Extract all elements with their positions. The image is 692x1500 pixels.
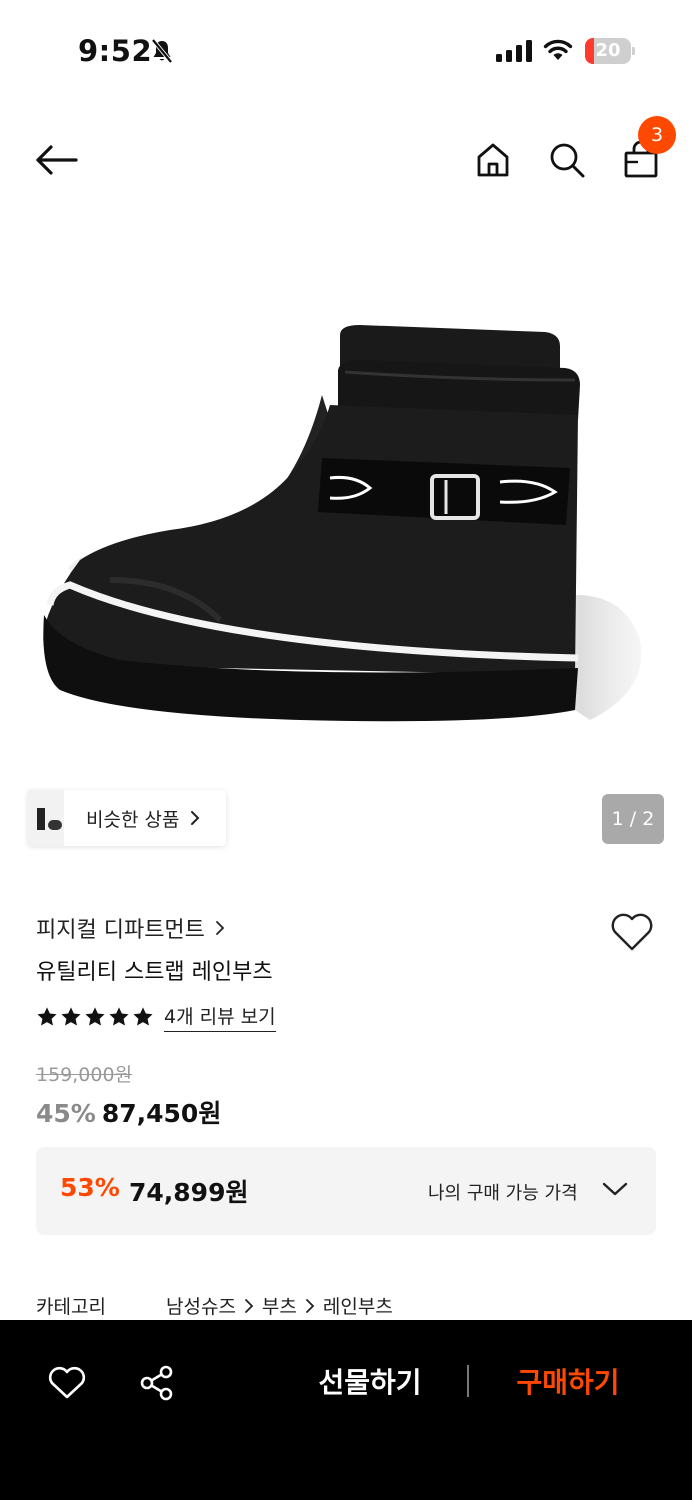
chevron-right-icon	[216, 921, 225, 935]
battery-level: 20	[595, 40, 621, 61]
wifi-icon	[543, 39, 573, 60]
chevron-right-icon	[191, 811, 200, 825]
similar-products-button[interactable]: 비슷한 상품	[28, 790, 226, 846]
gift-button[interactable]: 선물하기	[290, 1358, 450, 1408]
rating-row: 4개 리뷰 보기	[36, 1002, 276, 1032]
rating-stars	[36, 1006, 156, 1028]
my-price-dropdown[interactable]: 53% 74,899원 나의 구매 가능 가격	[36, 1147, 656, 1235]
home-icon	[477, 143, 509, 177]
product-image[interactable]	[0, 220, 692, 780]
wishlist-button[interactable]	[606, 906, 658, 958]
category-crumb[interactable]: 레인부츠	[323, 1292, 393, 1319]
star-icon	[133, 1007, 153, 1026]
brand-link[interactable]: 피지컬 디파트먼트	[36, 912, 225, 944]
image-page-indicator: 1 / 2	[602, 794, 664, 844]
bottom-wishlist-button[interactable]	[44, 1360, 90, 1406]
star-icon	[85, 1007, 105, 1026]
similar-products-label: 비슷한 상품	[86, 808, 180, 831]
sale-price-row: 45% 87,450원	[36, 1094, 221, 1130]
battery-icon: 20	[585, 38, 635, 64]
signal-icon	[496, 40, 532, 62]
original-price: 159,000원	[36, 1064, 133, 1086]
back-button[interactable]	[28, 132, 84, 188]
search-icon	[550, 143, 585, 178]
star-icon	[37, 1007, 57, 1026]
my-discount-rate: 53%	[60, 1173, 120, 1202]
status-bar: 9:52 20	[0, 0, 692, 100]
buy-button[interactable]: 구매하기	[488, 1358, 648, 1408]
top-nav-bar	[0, 110, 692, 210]
discount-rate: 45%	[36, 1099, 96, 1128]
product-name: 유틸리티 스트랩 레인부츠	[36, 960, 273, 985]
back-arrow-icon	[36, 145, 78, 175]
sale-price: 87,450원	[101, 1099, 222, 1128]
category-row: 카테고리 남성슈즈 부츠 레인부츠	[36, 1292, 393, 1319]
chevron-down-icon	[602, 1182, 628, 1196]
share-button[interactable]	[134, 1360, 180, 1406]
heart-outline-icon	[48, 1366, 86, 1399]
star-icon	[61, 1007, 81, 1026]
chevron-right-icon	[305, 1298, 315, 1313]
category-crumb[interactable]: 남성슈즈	[166, 1292, 236, 1319]
heart-outline-icon	[611, 913, 653, 951]
chevron-right-icon	[245, 1298, 254, 1313]
cart-count-badge: 3	[638, 116, 676, 154]
bell-slash-icon	[151, 38, 173, 64]
status-time: 9:52	[78, 34, 153, 68]
category-label: 카테고리	[36, 1296, 106, 1318]
my-price-label: 나의 구매 가능 가격	[428, 1183, 578, 1204]
category-breadcrumb: 남성슈즈 부츠 레인부츠	[166, 1292, 393, 1319]
share-icon	[140, 1365, 173, 1401]
bottom-action-bar: 선물하기 구매하기	[0, 1320, 692, 1500]
similar-product-thumbnail	[28, 790, 64, 846]
search-button[interactable]	[539, 132, 595, 188]
review-link[interactable]: 4개 리뷰 보기	[164, 1002, 276, 1032]
home-button[interactable]	[465, 132, 521, 188]
divider	[467, 1365, 469, 1397]
my-price-value: 74,899원	[129, 1178, 249, 1207]
category-crumb[interactable]: 부츠	[262, 1292, 297, 1319]
star-icon	[109, 1007, 129, 1026]
brand-name: 피지컬 디파트먼트	[36, 918, 205, 943]
